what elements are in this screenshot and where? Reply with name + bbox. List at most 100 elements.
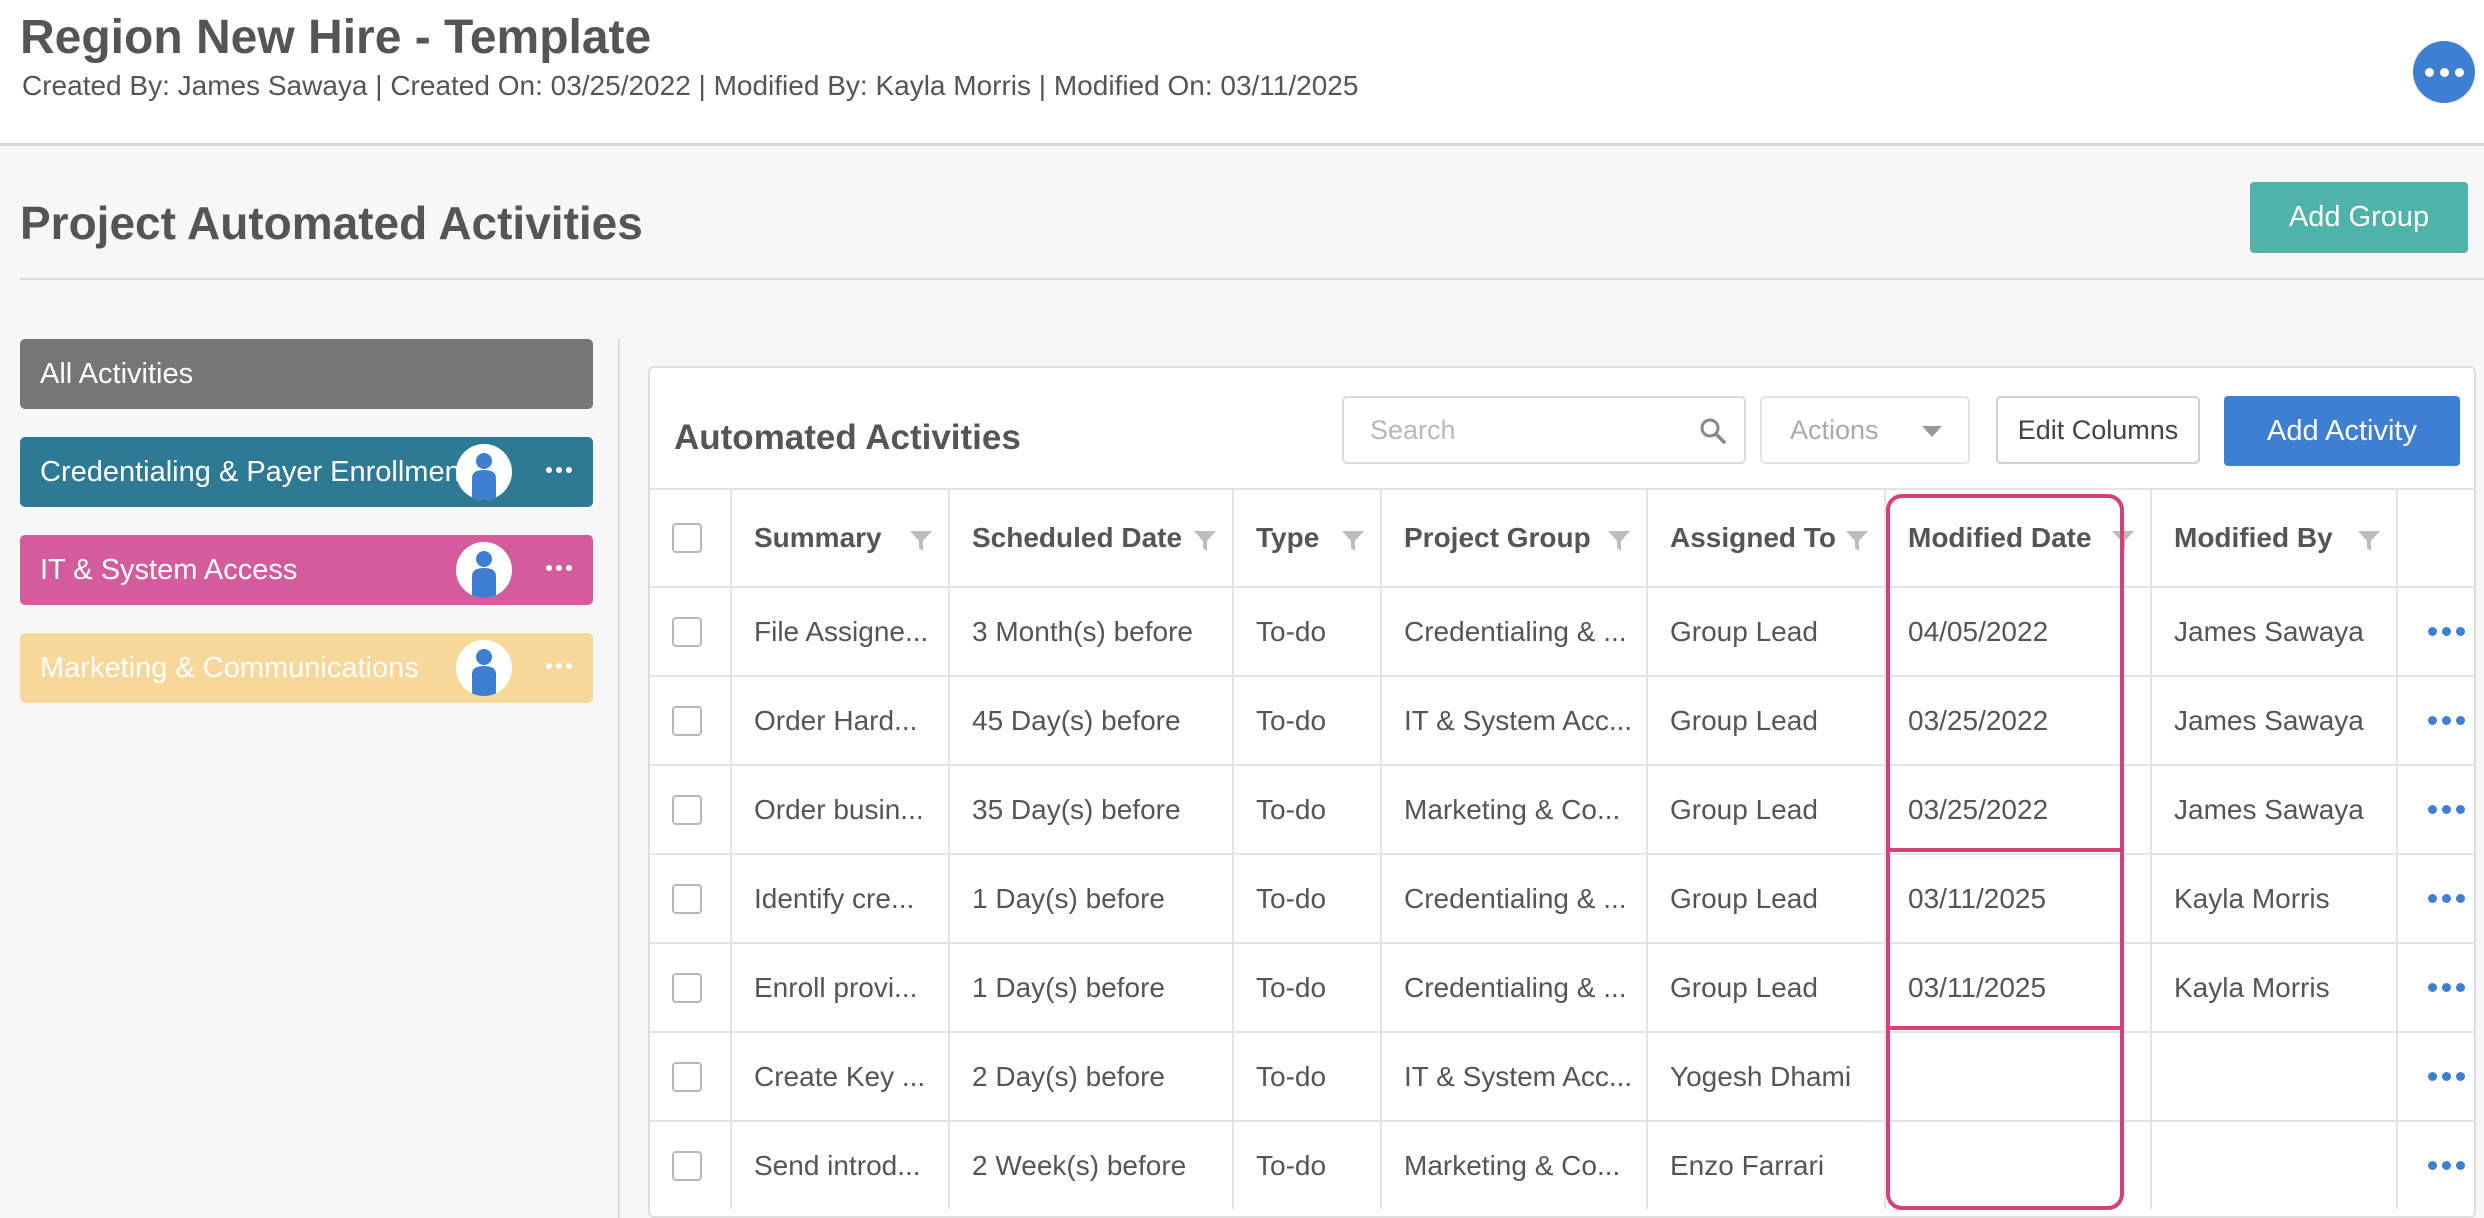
group-menu-icon[interactable]	[546, 663, 572, 669]
cell-scheduled-date: 1 Day(s) before	[948, 855, 1232, 942]
filter-icon[interactable]	[908, 528, 934, 554]
filter-icon[interactable]	[1844, 528, 1870, 554]
row-checkbox-cell[interactable]	[650, 1033, 730, 1120]
user-avatar-icon[interactable]	[456, 640, 512, 696]
add-group-button[interactable]: Add Group	[2250, 182, 2468, 253]
filter-icon[interactable]	[2356, 528, 2382, 554]
table-row[interactable]: Create Key ... 2 Day(s) before To-do IT & S…	[650, 1031, 2474, 1120]
group-credentialing[interactable]: Credentialing & Payer Enrollment	[20, 437, 593, 507]
cell-summary[interactable]: Create Key ...	[730, 1033, 948, 1120]
cell-modified-date	[1884, 1122, 2150, 1209]
row-checkbox-cell[interactable]	[650, 1122, 730, 1209]
row-checkbox[interactable]	[672, 794, 702, 825]
row-menu-cell[interactable]	[2396, 855, 2474, 942]
row-checkbox[interactable]	[672, 1061, 702, 1092]
cell-project-group: IT & System Acc...	[1380, 1033, 1646, 1120]
add-activity-button[interactable]: Add Activity	[2224, 396, 2460, 466]
group-menu-icon[interactable]	[546, 467, 572, 473]
cell-modified-by: Kayla Morris	[2150, 944, 2396, 1031]
row-menu-cell[interactable]	[2396, 588, 2474, 675]
row-checkbox[interactable]	[672, 883, 702, 914]
group-label: IT & System Access	[40, 553, 298, 586]
group-label: Marketing & Communications	[40, 651, 419, 684]
select-all-checkbox-cell[interactable]	[650, 490, 730, 586]
cell-summary[interactable]: Order busin...	[730, 766, 948, 853]
user-avatar-icon[interactable]	[456, 542, 512, 598]
cell-project-group: Marketing & Co...	[1380, 1122, 1646, 1209]
row-checkbox-cell[interactable]	[650, 944, 730, 1031]
cell-type: To-do	[1232, 855, 1380, 942]
table-row[interactable]: Send introd... 2 Week(s) before To-do Marke…	[650, 1120, 2474, 1209]
row-menu-icon[interactable]	[2428, 983, 2465, 992]
row-menu-icon[interactable]	[2428, 1072, 2465, 1081]
column-header-label: Project Group	[1404, 522, 1591, 553]
cell-modified-by	[2150, 1122, 2396, 1209]
column-header-project-group[interactable]: Project Group	[1380, 490, 1646, 586]
cell-summary[interactable]: Enroll provi...	[730, 944, 948, 1031]
column-header-scheduled-date[interactable]: Scheduled Date	[948, 490, 1232, 586]
filter-icon[interactable]	[1192, 528, 1218, 554]
column-header-type[interactable]: Type	[1232, 490, 1380, 586]
row-menu-cell[interactable]	[2396, 1122, 2474, 1209]
table-row[interactable]: File Assigne... 3 Month(s) before To-do Cre…	[650, 586, 2474, 675]
row-menu-icon[interactable]	[2428, 894, 2465, 903]
column-header-label: Modified Date	[1908, 522, 2092, 553]
cell-summary[interactable]: Identify cre...	[730, 855, 948, 942]
cell-project-group: Credentialing & ...	[1380, 944, 1646, 1031]
filter-icon[interactable]	[2110, 528, 2136, 554]
column-header-assigned-to[interactable]: Assigned To	[1646, 490, 1884, 586]
row-checkbox[interactable]	[672, 1150, 702, 1181]
row-checkbox[interactable]	[672, 972, 702, 1003]
search-icon[interactable]	[1698, 416, 1728, 446]
cell-project-group: Credentialing & ...	[1380, 855, 1646, 942]
cell-scheduled-date: 35 Day(s) before	[948, 766, 1232, 853]
edit-columns-button[interactable]: Edit Columns	[1996, 396, 2200, 464]
filter-icon[interactable]	[1606, 528, 1632, 554]
search-input[interactable]	[1342, 396, 1746, 464]
row-menu-cell[interactable]	[2396, 766, 2474, 853]
cell-type: To-do	[1232, 944, 1380, 1031]
group-marketing-communications[interactable]: Marketing & Communications	[20, 633, 593, 703]
row-menu-cell[interactable]	[2396, 944, 2474, 1031]
group-label: All Activities	[40, 357, 194, 390]
table-row[interactable]: Enroll provi... 1 Day(s) before To-do Crede…	[650, 942, 2474, 1031]
row-menu-icon[interactable]	[2428, 716, 2465, 725]
select-all-checkbox[interactable]	[672, 523, 702, 553]
row-checkbox-cell[interactable]	[650, 677, 730, 764]
page-title: Region New Hire - Template	[20, 11, 652, 64]
table-row[interactable]: Identify cre... 1 Day(s) before To-do Crede…	[650, 853, 2474, 942]
row-checkbox[interactable]	[672, 705, 702, 736]
cell-summary[interactable]: Send introd...	[730, 1122, 948, 1209]
cell-modified-date	[1884, 1033, 2150, 1120]
cell-type: To-do	[1232, 588, 1380, 675]
table-row[interactable]: Order Hard... 45 Day(s) before To-do IT & S…	[650, 675, 2474, 764]
actions-dropdown[interactable]: Actions	[1760, 396, 1970, 464]
cell-type: To-do	[1232, 677, 1380, 764]
cell-summary[interactable]: Order Hard...	[730, 677, 948, 764]
filter-icon[interactable]	[1340, 528, 1366, 554]
group-menu-icon[interactable]	[546, 565, 572, 571]
cell-assigned-to: Yogesh Dhami	[1646, 1033, 1884, 1120]
row-menu-icon[interactable]	[2428, 805, 2465, 814]
table-row[interactable]: Order busin... 35 Day(s) before To-do Marke…	[650, 764, 2474, 853]
row-checkbox-cell[interactable]	[650, 766, 730, 853]
column-header-summary[interactable]: Summary	[730, 490, 948, 586]
row-checkbox-cell[interactable]	[650, 588, 730, 675]
column-header-modified-date[interactable]: Modified Date	[1884, 490, 2150, 586]
cell-assigned-to: Enzo Farrari	[1646, 1122, 1884, 1209]
user-avatar-icon[interactable]	[456, 444, 512, 500]
group-label: Credentialing & Payer Enrollment	[40, 455, 469, 488]
row-menu-icon[interactable]	[2428, 627, 2465, 636]
row-menu-cell[interactable]	[2396, 1033, 2474, 1120]
group-it-system-access[interactable]: IT & System Access	[20, 535, 593, 605]
column-header-modified-by[interactable]: Modified By	[2150, 490, 2396, 586]
more-options-icon[interactable]	[2413, 41, 2475, 103]
cell-scheduled-date: 3 Month(s) before	[948, 588, 1232, 675]
row-checkbox-cell[interactable]	[650, 855, 730, 942]
cell-summary[interactable]: File Assigne...	[730, 588, 948, 675]
row-menu-icon[interactable]	[2428, 1161, 2465, 1170]
group-all-activities[interactable]: All Activities	[20, 339, 593, 409]
cell-type: To-do	[1232, 766, 1380, 853]
row-menu-cell[interactable]	[2396, 677, 2474, 764]
row-checkbox[interactable]	[672, 616, 702, 647]
